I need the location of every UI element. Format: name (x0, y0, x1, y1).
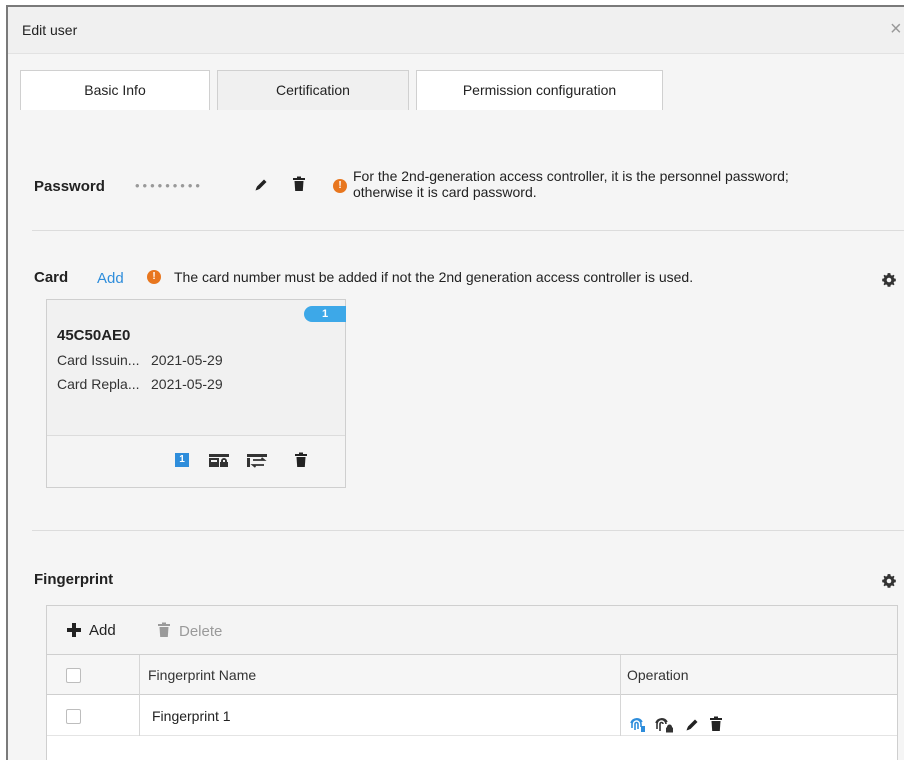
delete-fingerprint-button[interactable]: Delete (157, 622, 222, 640)
dialog-title: Edit user (22, 22, 78, 38)
dialog-titlebar: Edit user × (8, 7, 904, 54)
gear-icon[interactable] (881, 272, 897, 288)
trash-icon[interactable] (294, 452, 308, 468)
column-divider (620, 655, 621, 736)
fingerprint-toolbar: Add Delete (47, 606, 897, 655)
password-label: Password (34, 178, 105, 195)
add-fingerprint-button[interactable]: Add (67, 622, 116, 639)
tab-basic-info[interactable]: Basic Info (20, 70, 210, 110)
card-lock-icon[interactable] (209, 452, 229, 468)
fingerprint-label: Fingerprint (34, 571, 114, 588)
card-add-link[interactable]: Add (97, 270, 124, 287)
delete-fingerprint-label: Delete (179, 623, 223, 640)
card-index-badge: 1 (175, 453, 189, 467)
edit-icon[interactable] (253, 177, 269, 193)
card-number: 45C50AE0 (57, 327, 131, 344)
column-divider (139, 655, 140, 736)
fingerprint-lock-icon[interactable] (655, 708, 675, 733)
trash-icon[interactable] (292, 176, 306, 192)
table-row-operation-cell (620, 696, 897, 736)
edit-icon[interactable] (684, 708, 700, 731)
close-icon[interactable]: × (890, 19, 904, 39)
row-checkbox[interactable] (66, 709, 81, 724)
column-header-name: Fingerprint Name (139, 655, 620, 695)
warning-icon: ! (147, 270, 161, 284)
fingerprint-icon[interactable] (629, 708, 647, 732)
column-header-operation-label: Operation (627, 667, 689, 683)
fingerprint-name: Fingerprint 1 (152, 708, 231, 724)
header-checkbox-cell (47, 655, 139, 695)
trash-icon[interactable] (709, 707, 723, 731)
card-replace-row: Card Repla... 2021-05-29 (57, 376, 223, 392)
fingerprint-table: Add Delete Fingerprint Name Operation Fi… (46, 605, 898, 760)
tab-permission-configuration[interactable]: Permission configuration (416, 70, 663, 110)
add-fingerprint-label: Add (89, 622, 116, 639)
trash-icon (158, 622, 170, 637)
card-replace-date: 2021-05-29 (151, 376, 223, 392)
edit-user-dialog: Edit user × Basic Info Certification Per… (6, 5, 904, 760)
warning-icon: ! (333, 179, 347, 193)
column-header-name-label: Fingerprint Name (148, 667, 257, 683)
tab-certification[interactable]: Certification (217, 70, 409, 110)
password-masked-value: ••••••••• (135, 178, 203, 193)
card-issuing-row: Card Issuin... 2021-05-29 (57, 352, 223, 368)
card-issuing-label: Card Issuin... (57, 352, 140, 368)
card-issuing-date: 2021-05-29 (151, 352, 223, 368)
card-replace-label: Card Repla... (57, 376, 140, 392)
card-replace-icon[interactable] (247, 452, 267, 468)
card-hint: The card number must be added if not the… (174, 269, 694, 285)
divider (32, 230, 904, 231)
password-hint-line2: otherwise it is card password. (353, 184, 537, 200)
column-header-operation: Operation (620, 655, 897, 695)
table-row-name-cell: Fingerprint 1 (139, 696, 620, 736)
password-hint-line1: For the 2nd-generation access controller… (353, 168, 789, 184)
card-footer: 1 (47, 435, 345, 487)
select-all-checkbox[interactable] (66, 668, 81, 683)
divider (32, 530, 904, 531)
table-row-checkbox-cell (47, 696, 139, 736)
password-hint: For the 2nd-generation access controller… (353, 168, 898, 200)
card-item: 1 45C50AE0 Card Issuin... 2021-05-29 Card… (46, 299, 346, 488)
card-badge: 1 (304, 306, 346, 322)
plus-icon (67, 623, 81, 637)
gear-icon[interactable] (881, 573, 897, 589)
card-label: Card (34, 269, 69, 286)
